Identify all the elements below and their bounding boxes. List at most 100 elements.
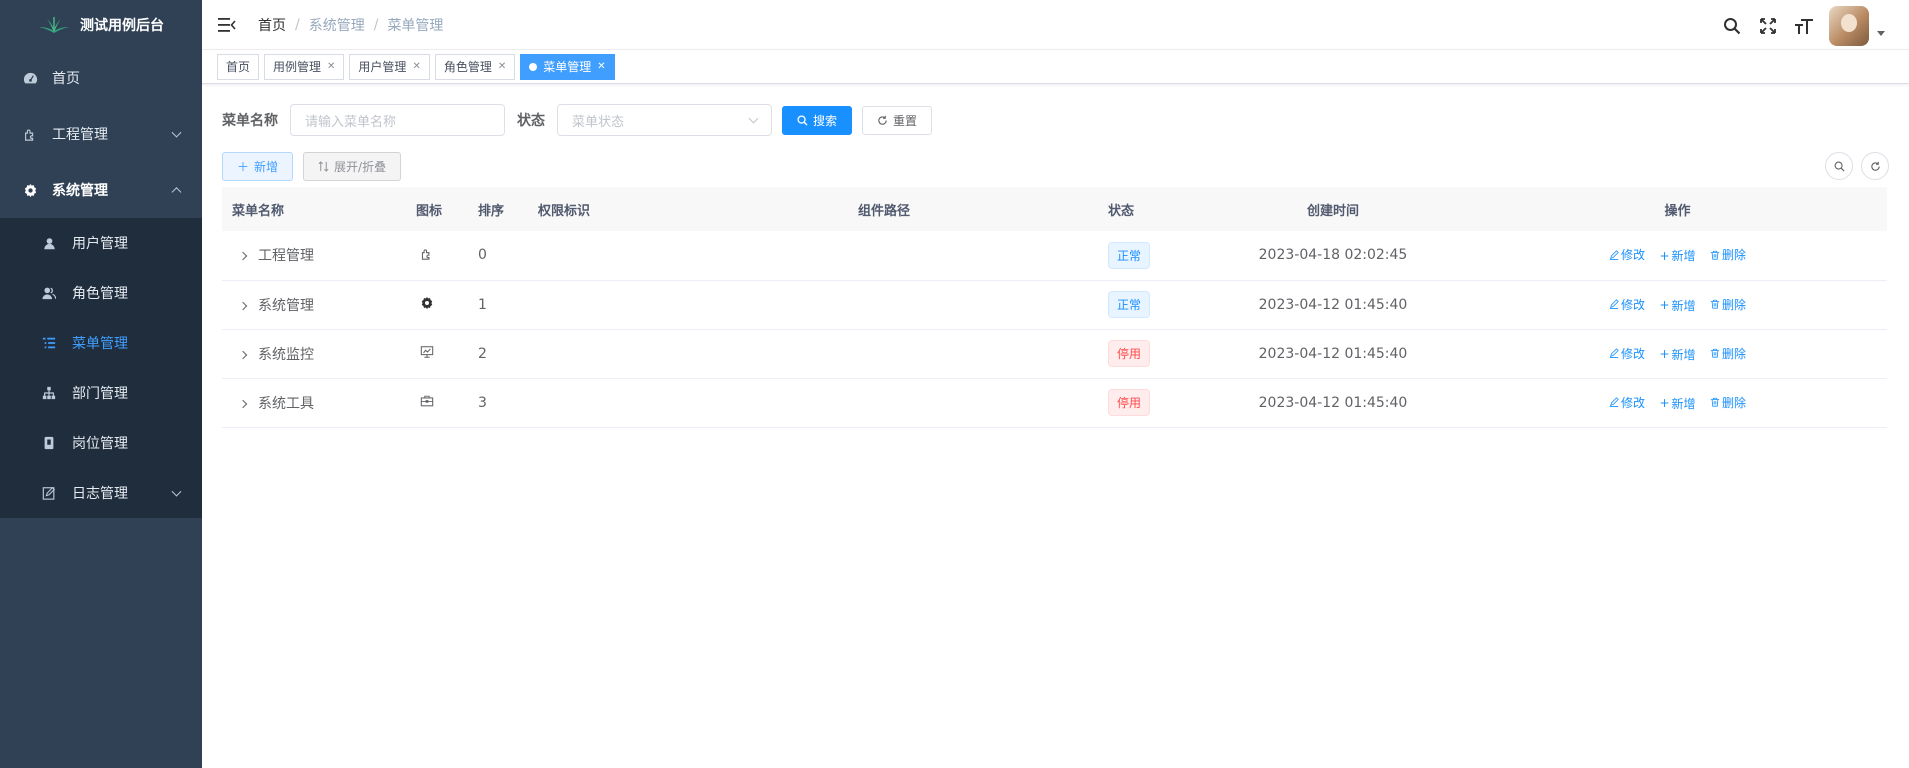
- expand-icon[interactable]: [238, 252, 248, 261]
- hamburger-icon[interactable]: [218, 15, 238, 35]
- status-badge: 停用: [1108, 340, 1151, 367]
- search-button[interactable]: 搜索: [782, 105, 853, 135]
- tag-label: 用例管理: [273, 60, 322, 74]
- path-value: [858, 329, 1108, 379]
- add-button[interactable]: ＋ 新增: [222, 152, 294, 181]
- plus-icon: +: [1659, 347, 1670, 361]
- column-header: 创建时间: [1306, 203, 1359, 219]
- log-icon: [42, 486, 56, 500]
- path-value: [858, 378, 1108, 428]
- font-size-icon[interactable]: [1793, 15, 1815, 37]
- reset-button[interactable]: 重置: [862, 105, 933, 135]
- fullscreen-icon[interactable]: [1757, 15, 1779, 37]
- logo[interactable]: 测试用例后台: [0, 0, 202, 50]
- tree-table-icon: [42, 336, 56, 350]
- sidebar-item-posts[interactable]: 岗位管理: [0, 418, 202, 468]
- close-icon[interactable]: ✕: [597, 61, 605, 72]
- sidebar-item-roles[interactable]: 角色管理: [0, 268, 202, 318]
- table-row[interactable]: 系统管理 1 正常 2023-04-12 01:45:40 修改 + 新增 删除: [222, 280, 1887, 330]
- sidebar-item-label: 工程管理: [52, 127, 108, 143]
- sidebar-item-system[interactable]: 系统管理: [0, 162, 202, 218]
- tag-menus[interactable]: 菜单管理 ✕: [520, 53, 615, 80]
- delete-button[interactable]: 删除: [1710, 296, 1746, 313]
- expand-icon[interactable]: [238, 301, 248, 310]
- toggle-search-button[interactable]: [1825, 152, 1853, 180]
- sidebar-item-project[interactable]: 工程管理: [0, 106, 202, 162]
- edit-button[interactable]: 修改: [1609, 246, 1645, 263]
- edit-icon: [1609, 249, 1619, 260]
- perm-value: [538, 378, 858, 428]
- add-child-button[interactable]: + 新增: [1659, 247, 1695, 264]
- edit-button[interactable]: 修改: [1609, 394, 1645, 411]
- table-header: 菜单名称 图标 排序 权限标识 组件路径 状态 创建时间 操作: [222, 187, 1887, 231]
- avatar[interactable]: [1829, 6, 1869, 46]
- add-child-button[interactable]: + 新增: [1659, 297, 1695, 314]
- tag-roles[interactable]: 角色管理 ✕: [434, 53, 516, 80]
- plus-icon: ＋: [237, 160, 250, 174]
- sidebar-item-menus[interactable]: 菜单管理: [0, 318, 202, 368]
- table-row[interactable]: 工程管理 0 正常 2023-04-18 02:02:45 修改 + 新增 删除: [222, 231, 1887, 281]
- sidebar-item-label: 日志管理: [72, 486, 128, 502]
- sidebar-item-label: 用户管理: [72, 236, 128, 252]
- trash-icon: [1710, 348, 1720, 358]
- path-value: [858, 231, 1108, 281]
- sidebar-item-label: 岗位管理: [72, 436, 128, 452]
- sidebar-item-label: 部门管理: [72, 386, 128, 402]
- edit-label: 修改: [1620, 297, 1645, 312]
- expand-icon[interactable]: [238, 399, 248, 408]
- close-icon[interactable]: ✕: [327, 61, 335, 72]
- status-label: 状态: [517, 113, 545, 129]
- content: 菜单名称 请输入菜单名称 状态 菜单状态 搜索 重置 ＋ 新增 展开/折叠 菜单…: [202, 84, 1909, 428]
- tag-cases[interactable]: 用例管理 ✕: [264, 53, 345, 80]
- search-icon[interactable]: [1721, 15, 1743, 37]
- add-label: 新增: [1671, 347, 1696, 362]
- sidebar-item-depts[interactable]: 部门管理: [0, 368, 202, 418]
- table-row[interactable]: 系统工具 3 停用 2023-04-12 01:45:40 修改 + 新增 删除: [222, 378, 1887, 428]
- menu-name-input[interactable]: 请输入菜单名称: [290, 104, 505, 136]
- delete-label: 删除: [1721, 346, 1746, 361]
- breadcrumb-home[interactable]: 首页: [258, 15, 286, 35]
- caret-down-icon[interactable]: [1877, 30, 1885, 36]
- table-row[interactable]: 系统监控 2 停用 2023-04-12 01:45:40 修改 + 新增 删除: [222, 329, 1887, 379]
- sidebar-item-home[interactable]: 首页: [0, 50, 202, 106]
- tag-label: 首页: [226, 60, 251, 74]
- column-header: 排序: [478, 203, 505, 219]
- breadcrumb-separator: /: [295, 16, 300, 33]
- edit-button[interactable]: 修改: [1609, 296, 1645, 313]
- menu-name: 工程管理: [258, 248, 314, 265]
- expand-collapse-button[interactable]: 展开/折叠: [303, 152, 402, 181]
- sidebar-item-users[interactable]: 用户管理: [0, 218, 202, 268]
- status-select[interactable]: 菜单状态: [557, 104, 772, 136]
- sort-value: 0: [478, 231, 538, 281]
- add-child-button[interactable]: + 新增: [1659, 346, 1695, 363]
- status-badge: 正常: [1108, 291, 1151, 318]
- expand-icon[interactable]: [238, 350, 248, 359]
- sidebar-item-label: 角色管理: [72, 286, 128, 302]
- tag-label: 角色管理: [443, 60, 492, 74]
- edit-icon: [1609, 299, 1619, 309]
- add-child-button[interactable]: + 新增: [1659, 395, 1695, 412]
- refresh-button[interactable]: [1861, 152, 1889, 180]
- row-actions: 修改 + 新增 删除: [1468, 378, 1887, 428]
- trash-icon: [1710, 250, 1720, 260]
- status-badge: 正常: [1108, 241, 1151, 269]
- edit-button[interactable]: 修改: [1609, 345, 1645, 362]
- tag-home[interactable]: 首页: [217, 53, 260, 80]
- close-icon[interactable]: ✕: [498, 61, 506, 72]
- breadcrumb: 首页 / 系统管理 / 菜单管理: [258, 15, 443, 35]
- tag-users[interactable]: 用户管理 ✕: [349, 53, 430, 80]
- delete-button[interactable]: 删除: [1710, 345, 1746, 362]
- edit-label: 修改: [1620, 395, 1645, 410]
- chevron-down-icon: [171, 486, 182, 497]
- monitor-icon: [420, 345, 434, 363]
- delete-button[interactable]: 删除: [1710, 246, 1746, 263]
- delete-label: 删除: [1721, 297, 1746, 312]
- close-icon[interactable]: ✕: [412, 61, 420, 72]
- right-menu: [1721, 6, 1885, 46]
- search-icon: [1834, 161, 1845, 172]
- breadcrumb-system: 系统管理: [308, 17, 365, 34]
- search-icon: [797, 114, 808, 126]
- delete-button[interactable]: 删除: [1710, 394, 1746, 411]
- sidebar-item-logs[interactable]: 日志管理: [0, 468, 202, 518]
- edit-icon: [1609, 348, 1619, 358]
